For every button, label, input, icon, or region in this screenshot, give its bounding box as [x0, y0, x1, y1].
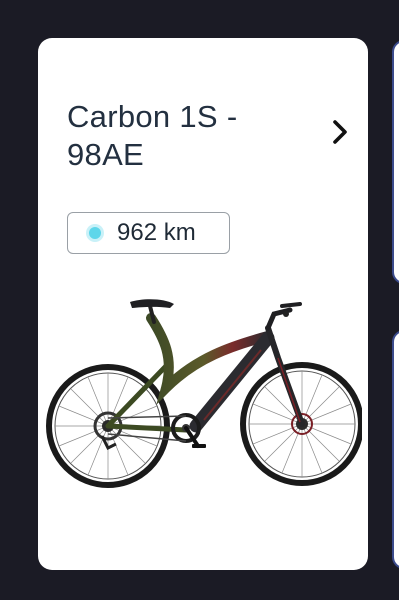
distance-badge: 962 km — [67, 212, 230, 254]
status-dot-icon — [85, 223, 105, 243]
bike-card[interactable]: Carbon 1S - 98AE 962 km — [38, 38, 368, 570]
distance-value: 962 km — [117, 219, 196, 246]
bike-image — [46, 299, 362, 488]
next-card-peek-lower[interactable] — [392, 330, 399, 569]
bike-name: Carbon 1S - 98AE — [67, 99, 238, 172]
chevron-right-icon[interactable] — [326, 118, 354, 146]
next-card-peek[interactable] — [392, 40, 399, 284]
app-screen: Carbon 1S - 98AE 962 km — [0, 0, 399, 600]
